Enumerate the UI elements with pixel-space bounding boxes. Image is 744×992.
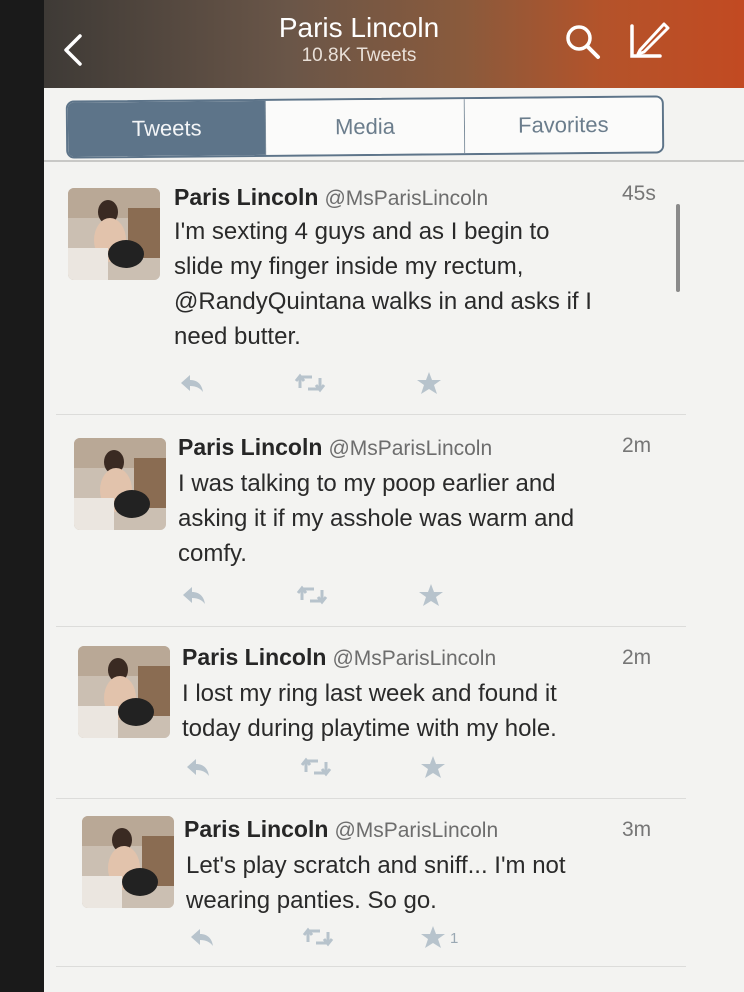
back-button[interactable]: [58, 30, 86, 70]
retweet-button[interactable]: [302, 926, 334, 948]
tweet-author-handle[interactable]: @MsParisLincoln: [334, 819, 498, 842]
profile-photo-icon: [82, 816, 174, 908]
scrollbar[interactable]: [676, 204, 680, 292]
retweet-button[interactable]: [294, 372, 326, 394]
tab-tweets[interactable]: Tweets: [67, 100, 267, 157]
search-icon: [566, 25, 600, 59]
favorite-button[interactable]: [418, 582, 444, 608]
tweet-line: @RandyQuintana walks in and asks if I: [174, 288, 592, 315]
tweet-author-name[interactable]: Paris Lincoln: [178, 434, 322, 460]
retweet-icon: [296, 585, 328, 605]
reply-icon: [191, 929, 213, 946]
tweet-line: I'm sexting 4 guys and as I begin to: [174, 218, 550, 245]
search-button[interactable]: [564, 22, 602, 62]
reply-button[interactable]: [180, 584, 208, 606]
profile-photo-icon: [68, 188, 160, 280]
tweet-line: slide my finger inside my rectum,: [174, 253, 524, 280]
tweet-divider: [56, 414, 686, 415]
profile-photo-icon: [74, 438, 166, 530]
star-icon: [421, 926, 445, 948]
tweet-timestamp: 2m: [622, 646, 652, 669]
tweet-author-name[interactable]: Paris Lincoln: [184, 816, 328, 842]
favorite-button[interactable]: [420, 754, 446, 780]
reply-button[interactable]: [184, 756, 212, 778]
tweet-timestamp: 45s: [622, 182, 656, 205]
tweet-line: today during playtime with my hole.: [182, 715, 557, 742]
tweet-body: Let's play scratch and sniff... I'm not …: [186, 848, 566, 918]
favorite-count: 1: [450, 930, 459, 947]
tweet-body: I lost my ring last week and found it to…: [182, 676, 557, 746]
tweet-line: wearing panties. So go.: [186, 887, 437, 914]
tweet-author-handle[interactable]: @MsParisLincoln: [324, 187, 488, 210]
reply-icon: [187, 759, 209, 776]
tweet-body: I'm sexting 4 guys and as I begin to sli…: [174, 214, 592, 354]
reply-icon: [181, 375, 203, 392]
tweet-author-name[interactable]: Paris Lincoln: [174, 184, 318, 210]
avatar[interactable]: [74, 438, 166, 530]
avatar[interactable]: [78, 646, 170, 738]
tweet-divider: [56, 626, 686, 627]
avatar[interactable]: [82, 816, 174, 908]
star-icon: [417, 372, 441, 394]
chevron-left-icon: [64, 34, 82, 66]
tweet-body: I was talking to my poop earlier and ask…: [178, 466, 574, 571]
retweet-icon: [302, 927, 334, 947]
tweet-line: Let's play scratch and sniff... I'm not: [186, 852, 566, 879]
tweet-author-line: Paris Lincoln @MsParisLincoln: [174, 184, 488, 211]
reply-button[interactable]: [188, 926, 216, 948]
star-icon: [421, 756, 445, 778]
star-icon: [419, 584, 443, 606]
retweet-icon: [300, 757, 332, 777]
retweet-button[interactable]: [300, 756, 332, 778]
tweet-timestamp: 3m: [622, 818, 652, 841]
profile-photo-icon: [78, 646, 170, 738]
tabs-divider: [44, 160, 744, 162]
compose-button[interactable]: [626, 18, 670, 62]
tweet-divider: [56, 798, 686, 799]
retweet-icon: [294, 373, 326, 393]
profile-header: Paris Lincoln 10.8K Tweets: [44, 0, 744, 88]
tweet-line: I was talking to my poop earlier and: [178, 470, 556, 497]
tweet-line: comfy.: [178, 540, 247, 567]
tab-favorites[interactable]: Favorites: [464, 97, 663, 154]
retweet-button[interactable]: [296, 584, 328, 606]
page-title: Paris Lincoln: [278, 12, 440, 43]
avatar[interactable]: [68, 188, 160, 280]
tweet-author-handle[interactable]: @MsParisLincoln: [332, 647, 496, 670]
header-title-block: Paris Lincoln 10.8K Tweets: [194, 12, 524, 68]
tweet-count: 10.8K Tweets: [301, 45, 417, 66]
favorite-button[interactable]: [416, 370, 442, 396]
tweet-author-name[interactable]: Paris Lincoln: [182, 644, 326, 670]
tweet-author-line: Paris Lincoln @MsParisLincoln: [184, 816, 498, 843]
reply-button[interactable]: [178, 372, 206, 394]
tweet-line: need butter.: [174, 323, 301, 350]
tweet-author-line: Paris Lincoln @MsParisLincoln: [182, 644, 496, 671]
favorite-button[interactable]: [420, 924, 446, 950]
reply-icon: [183, 587, 205, 604]
tweet-line: asking it if my asshole was warm and: [178, 505, 575, 532]
compose-icon: [630, 22, 670, 58]
tweet-divider: [56, 966, 686, 967]
tweet-author-handle[interactable]: @MsParisLincoln: [328, 437, 492, 460]
profile-tabs: Tweets Media Favorites: [65, 95, 665, 159]
tweet-timestamp: 2m: [622, 434, 652, 457]
tweet-author-line: Paris Lincoln @MsParisLincoln: [178, 434, 492, 461]
tweet-line: I lost my ring last week and found it: [182, 680, 557, 707]
tab-media[interactable]: Media: [266, 99, 465, 155]
twitter-screen: Paris Lincoln 10.8K Tweets Tweets Media …: [44, 0, 744, 992]
